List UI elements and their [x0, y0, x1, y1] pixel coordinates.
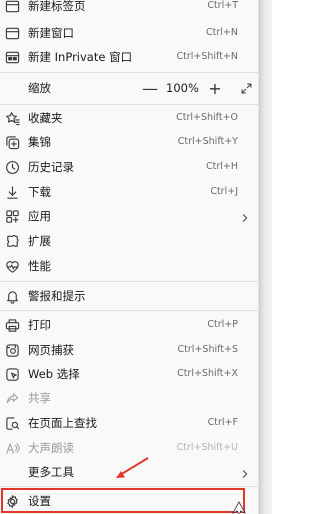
- menu-item-web-capture[interactable]: 网页捕获 Ctrl+Shift+S: [0, 338, 258, 362]
- menu-item-label: 打印: [28, 318, 51, 332]
- menu-divider: [0, 281, 258, 282]
- extensions-icon: [4, 233, 20, 249]
- menu-item-label: 收藏夹: [28, 111, 63, 125]
- menu-item-shortcut: Ctrl+Shift+S: [177, 344, 238, 355]
- menu-item-label: 在页面上查找: [28, 416, 97, 430]
- bell-icon: [4, 288, 20, 304]
- new-window-icon: [4, 25, 20, 41]
- menu-item-print[interactable]: 打印 Ctrl+P: [0, 313, 258, 337]
- menu-item-label: 共享: [28, 391, 51, 405]
- collections-icon: [4, 134, 20, 150]
- menu-item-downloads[interactable]: 下载 Ctrl+J: [0, 180, 258, 204]
- menu-item-shortcut: Ctrl+Shift+X: [177, 368, 238, 379]
- zoom-level: 100%: [166, 81, 199, 95]
- menu-item-label: 应用: [28, 209, 51, 223]
- menu-item-find-on-page[interactable]: 在页面上查找 Ctrl+F: [0, 411, 258, 435]
- menu-item-label: 历史记录: [28, 160, 74, 174]
- zoom-in-button[interactable]: +: [206, 78, 224, 98]
- menu-divider: [0, 72, 258, 73]
- menu-item-label: 新建 InPrivate 窗口: [28, 50, 133, 64]
- menu-item-favorites[interactable]: 收藏夹 Ctrl+Shift+O: [0, 106, 258, 130]
- menu-divider: [0, 104, 258, 105]
- share-icon: [4, 390, 20, 406]
- web-select-icon: [4, 366, 20, 382]
- menu-divider: [0, 486, 258, 487]
- history-icon: [4, 159, 20, 175]
- menu-item-label: 更多工具: [28, 465, 74, 479]
- favorites-icon: [4, 110, 20, 126]
- menu-item-history[interactable]: 历史记录 Ctrl+H: [0, 155, 258, 179]
- find-icon: [4, 415, 20, 431]
- download-icon: [4, 184, 20, 200]
- new-tab-icon: [4, 0, 20, 14]
- menu-item-new-window[interactable]: 新建窗口 Ctrl+N: [0, 21, 258, 45]
- menu-item-shortcut: Ctrl+F: [207, 417, 238, 428]
- performance-icon: [4, 258, 20, 274]
- menu-item-shortcut: Ctrl+P: [207, 319, 238, 330]
- print-icon: [4, 317, 20, 333]
- zoom-label: 缩放: [28, 81, 51, 95]
- menu-item-shortcut: Ctrl+Shift+O: [176, 112, 238, 123]
- menu-item-new-inprivate-window[interactable]: 新建 InPrivate 窗口 Ctrl+Shift+N: [0, 45, 258, 69]
- menu-item-label: 新建标签页: [28, 0, 86, 13]
- menu-item-shortcut: Ctrl+T: [207, 0, 238, 11]
- menu-item-web-select[interactable]: Web 选择 Ctrl+Shift+X: [0, 362, 258, 386]
- menu-divider: [0, 310, 258, 311]
- menu-item-label: Web 选择: [28, 367, 80, 381]
- browser-settings-menu: 新建标签页 Ctrl+T 新建窗口 Ctrl+N 新建 InPrivate 窗口…: [0, 0, 259, 514]
- menu-item-shortcut: Ctrl+H: [205, 161, 238, 172]
- menu-item-shortcut: Ctrl+Shift+Y: [177, 136, 238, 147]
- menu-item-alerts-and-tips[interactable]: 警报和提示: [0, 284, 258, 308]
- annotation-arrow-icon: [116, 457, 149, 478]
- window-edge: [259, 0, 272, 514]
- menu-item-collections[interactable]: 集锦 Ctrl+Shift+Y: [0, 130, 258, 154]
- menu-item-label: 网页捕获: [28, 343, 74, 357]
- menu-item-label: 集锦: [28, 135, 51, 149]
- menu-item-label: 大声朗读: [28, 441, 74, 455]
- menu-item-shortcut: Ctrl+J: [210, 186, 238, 197]
- menu-item-extensions[interactable]: 扩展: [0, 229, 258, 253]
- menu-item-label: 下载: [28, 185, 51, 199]
- web-capture-icon: [4, 342, 20, 358]
- read-aloud-icon: [4, 440, 20, 456]
- apps-icon: [4, 208, 20, 224]
- menu-item-label: 新建窗口: [28, 26, 74, 40]
- mouse-cursor-icon: [232, 501, 246, 514]
- menu-item-label: 扩展: [28, 234, 51, 248]
- zoom-out-button[interactable]: —: [141, 78, 159, 98]
- menu-item-share: 共享: [0, 386, 258, 410]
- inprivate-window-icon: [4, 49, 20, 65]
- menu-item-performance[interactable]: 性能: [0, 254, 258, 278]
- menu-item-label: 性能: [28, 259, 51, 273]
- chevron-right-icon: [240, 465, 252, 479]
- menu-item-new-tab[interactable]: 新建标签页 Ctrl+T: [0, 0, 258, 18]
- menu-item-apps[interactable]: 应用: [0, 204, 258, 228]
- settings-highlight-box: [1, 488, 245, 513]
- zoom-row: 缩放 — 100% +: [0, 76, 258, 100]
- chevron-right-icon: [240, 209, 252, 223]
- fullscreen-icon[interactable]: [237, 78, 255, 98]
- menu-item-shortcut: Ctrl+Shift+U: [176, 442, 238, 453]
- menu-item-shortcut: Ctrl+N: [206, 27, 238, 38]
- menu-item-label: 警报和提示: [28, 289, 86, 303]
- menu-item-shortcut: Ctrl+Shift+N: [176, 51, 238, 62]
